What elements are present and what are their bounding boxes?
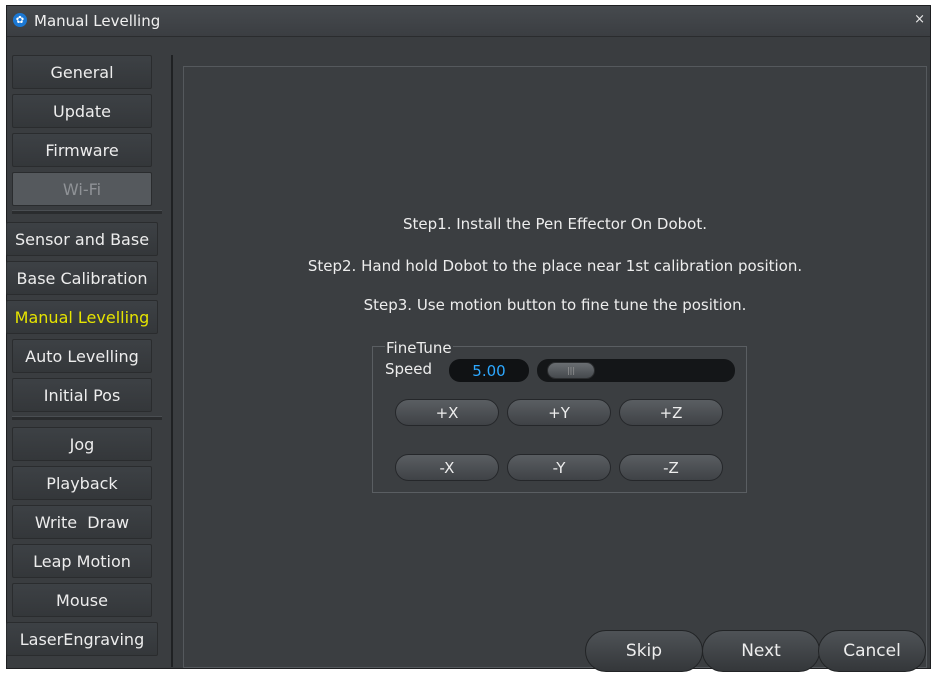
step-1-text: Step1. Install the Pen Effector On Dobot… xyxy=(403,215,707,233)
minus-y-button[interactable]: -Y xyxy=(507,454,611,481)
sidebar-item-update[interactable]: Update xyxy=(12,94,152,128)
minus-x-button[interactable]: -X xyxy=(395,454,499,481)
finetune-legend: FineTune xyxy=(385,339,453,357)
cancel-button[interactable]: Cancel xyxy=(818,630,926,672)
speed-slider[interactable]: ||| xyxy=(537,359,735,382)
step-2-text: Step2. Hand hold Dobot to the place near… xyxy=(307,257,803,275)
sidebar-separator xyxy=(12,210,162,214)
sidebar-item-playback[interactable]: Playback xyxy=(12,466,152,500)
speed-value-field[interactable]: 5.00 xyxy=(449,359,529,382)
sidebar-item-manual-levelling[interactable]: Manual Levelling xyxy=(6,300,158,334)
sidebar-item-wifi[interactable]: Wi-Fi xyxy=(12,172,152,206)
sidebar-item-general[interactable]: General xyxy=(12,55,152,89)
window-title: Manual Levelling xyxy=(34,12,161,30)
sidebar-item-auto-levelling[interactable]: Auto Levelling xyxy=(12,339,152,373)
sidebar-item-firmware[interactable]: Firmware xyxy=(12,133,152,167)
title-bar: ✿ Manual Levelling × xyxy=(7,6,930,37)
close-icon[interactable]: × xyxy=(914,12,925,27)
plus-y-button[interactable]: +Y xyxy=(507,399,611,426)
skip-button[interactable]: Skip xyxy=(585,630,703,672)
sidebar-item-laser-engraving[interactable]: LaserEngraving xyxy=(6,622,158,656)
plus-x-button[interactable]: +X xyxy=(395,399,499,426)
sidebar-item-sensor-and-base[interactable]: Sensor and Base xyxy=(6,222,158,256)
sidebar-item-jog[interactable]: Jog xyxy=(12,427,152,461)
sidebar-separator xyxy=(12,416,162,420)
minus-z-button[interactable]: -Z xyxy=(619,454,723,481)
app-logo-icon: ✿ xyxy=(13,13,27,27)
sidebar-divider xyxy=(171,55,173,667)
sidebar-item-base-calibration[interactable]: Base Calibration xyxy=(6,261,158,295)
sidebar-item-mouse[interactable]: Mouse xyxy=(12,583,152,617)
next-button[interactable]: Next xyxy=(702,630,820,672)
finetune-group: FineTune Speed 5.00 ||| +X +Y +Z -X -Y -… xyxy=(372,339,747,493)
step-3-text: Step3. Use motion button to fine tune th… xyxy=(363,296,747,314)
speed-label: Speed xyxy=(385,360,433,378)
plus-z-button[interactable]: +Z xyxy=(619,399,723,426)
content-panel: Step1. Install the Pen Effector On Dobot… xyxy=(183,66,927,672)
speed-slider-handle[interactable]: ||| xyxy=(547,362,595,379)
sidebar-item-write-draw[interactable]: Write Draw xyxy=(12,505,152,539)
sidebar-item-leap-motion[interactable]: Leap Motion xyxy=(12,544,152,578)
sidebar-item-initial-pos[interactable]: Initial Pos xyxy=(12,378,152,412)
